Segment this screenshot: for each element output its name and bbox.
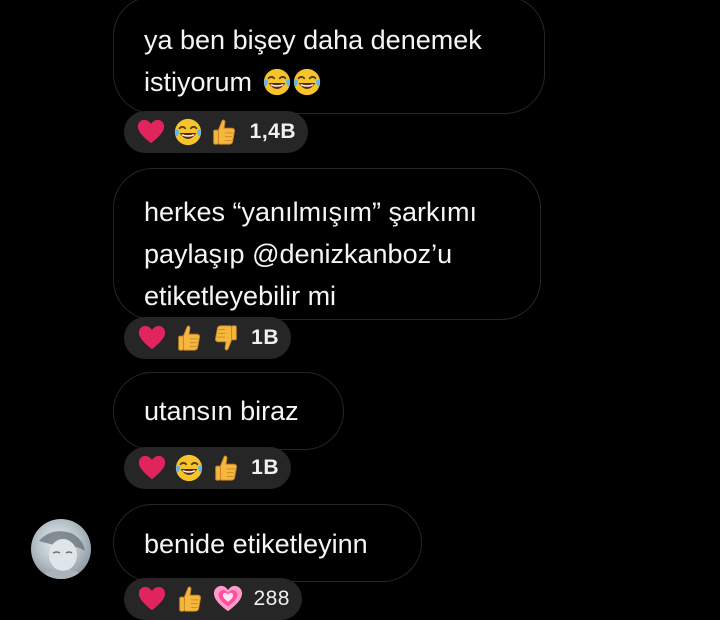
thumbs-up-icon — [173, 322, 204, 354]
tears-of-joy-icon — [173, 116, 204, 148]
message-bubble[interactable]: benide etiketleyinn — [113, 504, 422, 582]
message-text-line: istiyorum — [144, 67, 253, 97]
message-text-line: ya ben bişey daha denemek — [144, 25, 482, 55]
thumbs-up-icon — [210, 452, 241, 484]
reaction-count: 1B — [251, 456, 279, 479]
thumbs-down-icon — [210, 322, 241, 354]
thumbs-up-icon — [209, 116, 240, 148]
message-text-line: benide etiketleyinn — [144, 529, 368, 559]
red-heart-icon — [136, 322, 167, 354]
tears-of-joy-icon — [262, 67, 292, 97]
tears-of-joy-icon — [292, 67, 322, 97]
profile-photo-icon — [39, 531, 85, 579]
reaction-count: 288 — [253, 587, 290, 610]
message-text-line: herkes “yanılmışım” şarkımı — [144, 197, 478, 227]
reactions-bar[interactable]: 288 — [124, 578, 302, 620]
reaction-count: 1B — [251, 326, 279, 349]
reactions-bar[interactable]: 1B — [124, 447, 291, 489]
thumbs-up-icon — [174, 583, 206, 615]
tears-of-joy-icon — [173, 452, 204, 484]
avatar[interactable] — [31, 519, 91, 579]
message-text-line: utansın biraz — [144, 396, 299, 426]
message-text-line: paylaşıp @denizkanboz’u — [144, 239, 453, 269]
reactions-bar[interactable]: 1,4B — [124, 111, 308, 153]
message-text-line: etiketleyebilir mi — [144, 281, 337, 311]
message-bubble[interactable]: herkes “yanılmışım” şarkımı paylaşıp @de… — [113, 168, 541, 320]
message-bubble[interactable]: ya ben bişey daha denemek istiyorum — [113, 0, 545, 114]
message-bubble[interactable]: utansın biraz — [113, 372, 344, 450]
reactions-bar[interactable]: 1B — [124, 317, 291, 359]
red-heart-icon — [136, 452, 167, 484]
red-heart-icon — [136, 116, 167, 148]
red-heart-icon — [136, 583, 168, 615]
growing-heart-icon — [212, 583, 244, 615]
reaction-count: 1,4B — [249, 120, 296, 143]
